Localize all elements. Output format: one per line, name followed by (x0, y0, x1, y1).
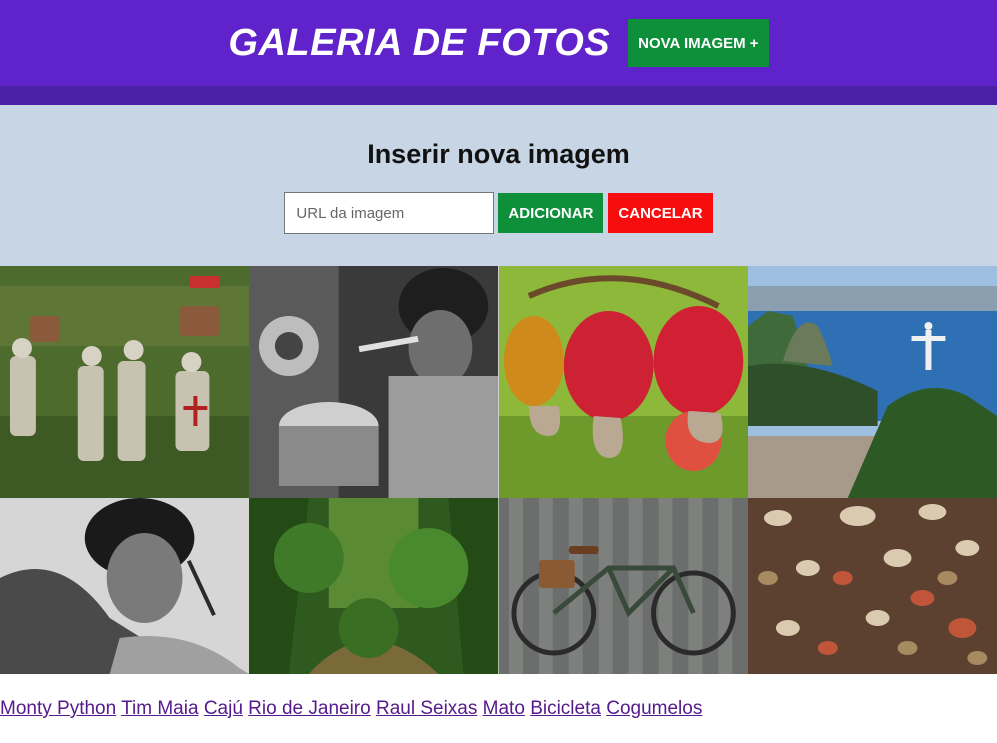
photo-cogumelos[interactable] (747, 498, 997, 674)
new-image-button[interactable]: NOVA IMAGEM + (628, 19, 769, 67)
link-monty-python[interactable]: Monty Python (0, 698, 116, 719)
app-title: GALERIA DE FOTOS (228, 21, 611, 64)
photo-mato[interactable] (249, 498, 499, 674)
link-rio-de-janeiro[interactable]: Rio de Janeiro (248, 698, 371, 719)
new-image-panel: Inserir nova imagem ADICIONAR CANCELAR (0, 105, 997, 266)
add-button[interactable]: ADICIONAR (498, 193, 604, 233)
app-header: GALERIA DE FOTOS NOVA IMAGEM + (0, 0, 997, 86)
header-divider (0, 86, 997, 105)
link-raul-seixas[interactable]: Raul Seixas (376, 698, 477, 719)
image-url-input[interactable] (284, 192, 495, 234)
new-image-form: ADICIONAR CANCELAR (284, 192, 713, 234)
link-tim-maia[interactable]: Tim Maia (121, 698, 198, 719)
cancel-button[interactable]: CANCELAR (608, 193, 713, 233)
photo-tim-maia[interactable] (249, 266, 499, 498)
photo-bicicleta[interactable] (498, 498, 748, 674)
link-caju[interactable]: Cajú (204, 698, 243, 719)
photo-gallery (0, 266, 997, 674)
photo-caju[interactable] (498, 266, 748, 498)
panel-heading: Inserir nova imagem (367, 139, 630, 169)
photo-rio-de-janeiro[interactable] (747, 266, 997, 498)
link-cogumelos[interactable]: Cogumelos (606, 698, 702, 719)
photo-raul-seixas[interactable] (0, 498, 250, 674)
link-mato[interactable]: Mato (483, 698, 525, 719)
link-bicicleta[interactable]: Bicicleta (530, 698, 601, 719)
photo-monty-python[interactable] (0, 266, 250, 498)
gallery-links: Monty Python Tim Maia Cajú Rio de Janeir… (0, 698, 997, 720)
